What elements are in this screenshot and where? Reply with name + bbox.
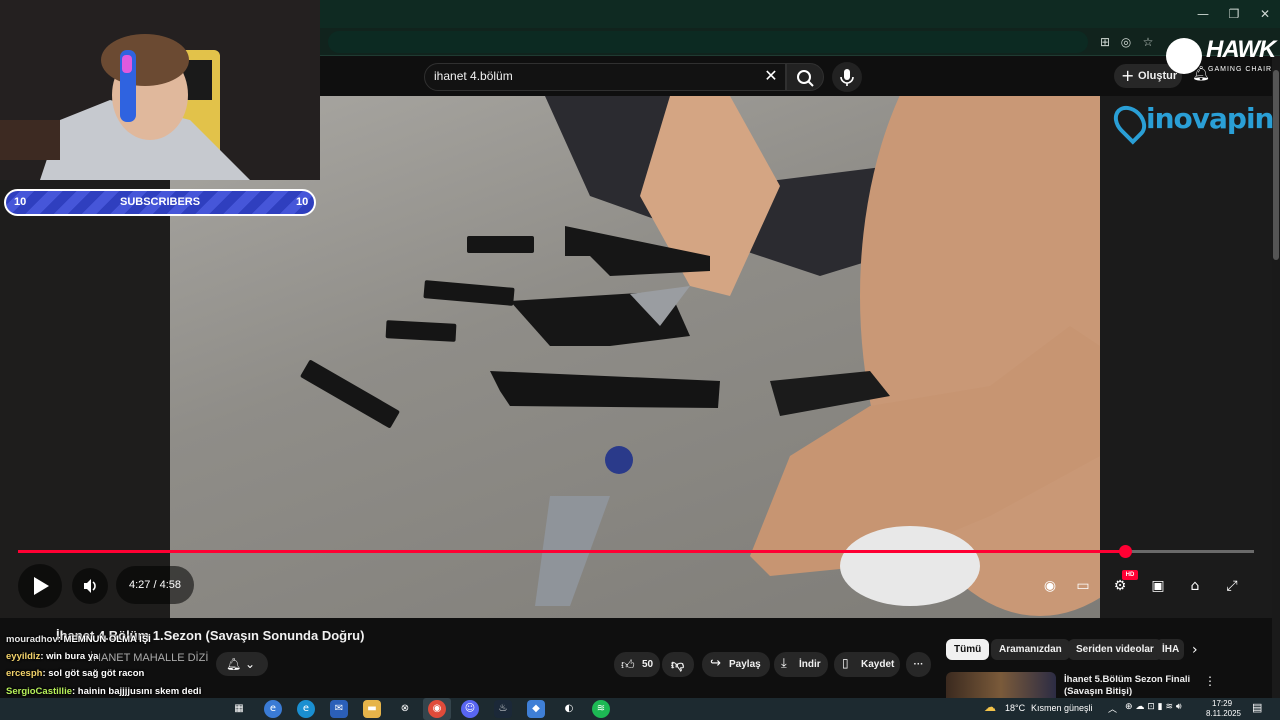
more-actions-button[interactable]: ··· [906, 652, 931, 677]
weather-icon: ☁ [984, 700, 996, 714]
weather-temp[interactable]: 18°C [1005, 703, 1025, 713]
rec-title-line1: İhanet 5.Bölüm Sezon Finali [1064, 674, 1191, 685]
chat-username[interactable]: SergioCastillie [6, 686, 72, 697]
clock-date[interactable]: 8.11.2025 [1206, 709, 1241, 718]
discord-icon[interactable]: ☺ [461, 700, 479, 718]
progress-played[interactable] [18, 550, 1125, 553]
hawk-logo-icon [1166, 38, 1202, 74]
minimize-button[interactable]: — [1188, 5, 1218, 23]
edge-icon[interactable]: e [264, 700, 282, 718]
subscriber-goal-bar: 10 SUBSCRIBERS 10 [4, 189, 316, 216]
progress-scrubber[interactable] [1119, 545, 1132, 558]
chat-text: : sol göt sağ göt racon [42, 668, 145, 679]
spotify-icon[interactable]: ≋ [592, 700, 610, 718]
recommended-video-title[interactable]: İhanet 5.Bölüm Sezon Finali (Savaşın Bit… [1064, 674, 1190, 698]
channel-name[interactable]: İHANET MAHALLE DİZİ [90, 652, 208, 664]
more-vert-icon[interactable]: ⋮ [1204, 674, 1216, 688]
chrome-icon[interactable]: ◉ [428, 700, 446, 718]
subscribe-bell-button[interactable]: 🔔︎ ⌄ [216, 652, 268, 676]
address-bar[interactable] [320, 28, 1280, 56]
chevron-right-icon[interactable]: › [1192, 642, 1198, 658]
tray-overflow-icon[interactable]: ︿ [1108, 702, 1117, 715]
chat-username[interactable]: eyyildiz [6, 651, 40, 662]
streamer-webcam [0, 0, 320, 180]
sponsor-logo: inovapin [1146, 102, 1274, 135]
share-icon: ↪ [710, 656, 721, 671]
weather-description[interactable]: Kısmen güneşli [1031, 703, 1093, 713]
webcam-illustration [0, 0, 320, 180]
subscriber-goal-label: SUBSCRIBERS [120, 196, 201, 208]
chat-message: SergioCastillie: hainin bajjjjusını skem… [6, 686, 201, 697]
scrollbar-thumb[interactable] [1273, 70, 1279, 260]
install-icon[interactable]: ⊞ [1097, 34, 1113, 50]
edge-browser-icon[interactable]: e [297, 700, 315, 718]
chip-ihanet[interactable]: İHA [1156, 639, 1184, 660]
close-window-button[interactable]: ✕ [1250, 5, 1280, 23]
chat-message: eyyildiz: win bura ya [6, 651, 98, 662]
outlook-icon[interactable]: ✉ [330, 700, 348, 718]
close-icon[interactable]: ✕ [762, 67, 780, 85]
search-button[interactable] [786, 63, 824, 91]
volume-icon [84, 579, 96, 593]
bookmark-icon: ▯ [842, 656, 849, 670]
chip-series[interactable]: Seriden videolar [1068, 639, 1162, 660]
video-pillar-right [1100, 96, 1272, 618]
chat-text: : MEMNUN OLMA İŞİ [57, 634, 151, 645]
eye-off-icon[interactable]: ◎ [1118, 34, 1134, 50]
subscriber-count-left: 10 [14, 196, 27, 208]
plus-icon: + [1121, 66, 1135, 85]
voice-search-button[interactable] [832, 62, 862, 92]
subtitles-icon[interactable]: ▭ [1071, 574, 1095, 598]
chat-message: ercesph: sol göt sağ göt racon [6, 668, 144, 679]
chat-username[interactable]: mouradhov [6, 634, 58, 645]
cast-icon[interactable]: ⌂ [1183, 574, 1207, 598]
search-query[interactable]: ihanet 4.bölüm [434, 69, 513, 83]
chat-text: : win bura ya [40, 651, 99, 662]
app-icon[interactable]: ◆ [527, 700, 545, 718]
fullscreen-icon[interactable]: ⤢ [1220, 574, 1244, 598]
url-field[interactable] [328, 31, 1088, 53]
star-icon[interactable]: ☆ [1140, 34, 1156, 50]
chat-text: : hainin bajjjjusını skem dedi [72, 686, 202, 697]
obs-icon[interactable]: ◐ [560, 700, 578, 718]
chip-from-search[interactable]: Aramanızdan [991, 639, 1070, 660]
mute-button[interactable] [72, 568, 108, 604]
file-explorer-icon[interactable]: ▬ [363, 700, 381, 718]
share-label: Paylaş [729, 659, 761, 670]
like-count: 50 [642, 659, 654, 670]
dislike-button[interactable]: 👎︎ [662, 652, 694, 677]
clock-time[interactable]: 17:29 [1212, 699, 1232, 708]
tray-icons[interactable]: ⊕ ☁ ⊡ ▮ ≋ 🔊︎ [1125, 702, 1182, 712]
brand-name: HAWK [1206, 36, 1276, 63]
search-icon [797, 70, 814, 87]
recommended-video-thumbnail[interactable] [946, 672, 1056, 698]
thumbs-up-icon: 👍︎ [621, 657, 635, 672]
time-display: 4:27 / 4:58 [116, 566, 194, 604]
download-label: İndir [799, 659, 821, 670]
chat-message: mouradhov: MEMNUN OLMA İŞİ [6, 634, 151, 645]
chat-username[interactable]: ercesph [6, 668, 42, 679]
xbox-icon[interactable]: ⊗ [396, 700, 414, 718]
steam-icon[interactable]: ♨ [494, 700, 512, 718]
save-label: Kaydet [861, 659, 895, 670]
play-icon [34, 577, 49, 595]
hd-badge: HD [1122, 570, 1138, 580]
mic-icon [840, 69, 854, 86]
notification-center-icon[interactable]: ▤ [1252, 701, 1262, 714]
miniplayer-icon[interactable]: ▣ [1146, 574, 1170, 598]
autoplay-toggle[interactable]: ◉ [1038, 574, 1062, 598]
download-icon: ⤓ [781, 656, 787, 671]
thumbs-down-icon: 👎︎ [671, 657, 685, 672]
subscriber-count-right: 10 [296, 196, 309, 208]
brand-tagline: GAMING CHAIR [1208, 66, 1273, 73]
chip-all[interactable]: Tümü [946, 639, 990, 660]
rec-title-line2: (Savaşın Bitişi) [1064, 686, 1133, 697]
restore-button[interactable]: ❐ [1219, 5, 1249, 23]
task-view-icon[interactable]: ▦ [230, 700, 248, 718]
